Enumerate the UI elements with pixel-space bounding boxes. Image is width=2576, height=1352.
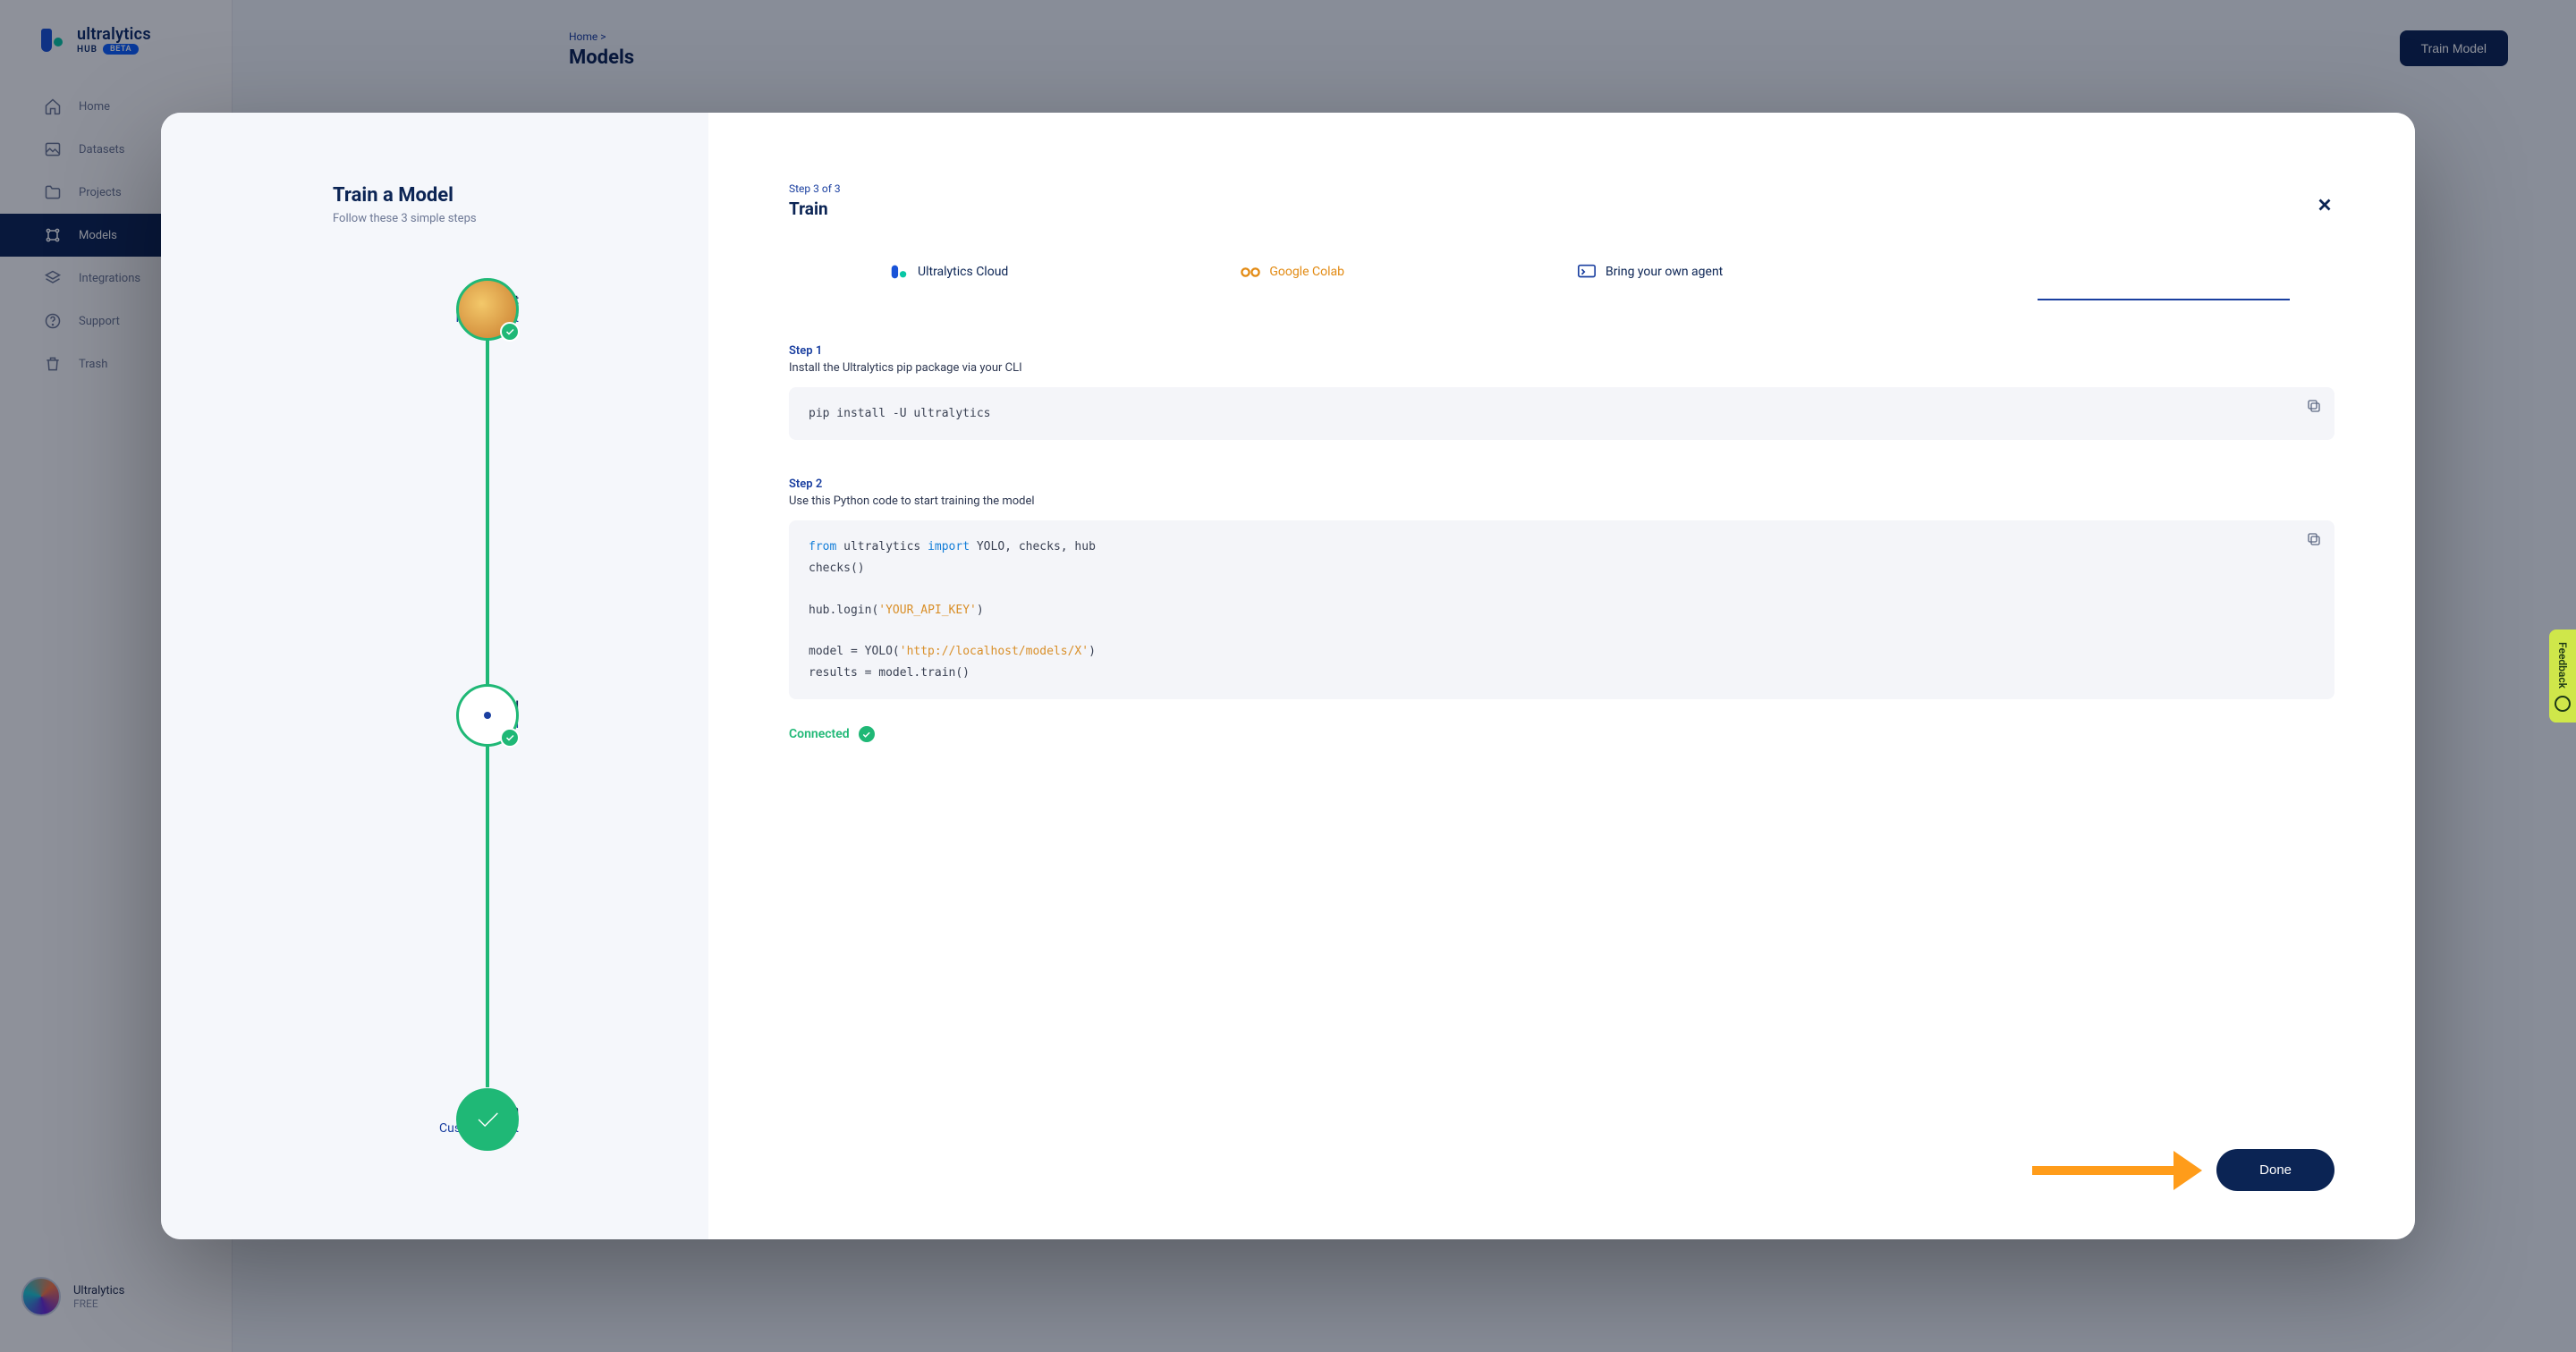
tab-label: Bring your own agent [1606,265,1723,279]
tab-google-colab[interactable]: Google Colab [1241,262,1344,298]
wizard-subtitle: Follow these 3 simple steps [191,212,678,225]
modal-overlay: Train a Model Follow these 3 simple step… [0,0,2576,1352]
wizard-step-train[interactable]: Train Custom Agent [161,1087,708,1152]
terminal-icon [1577,262,1597,282]
connected-check-icon [859,726,875,742]
step2-desc: Use this Python code to start training t… [789,494,2334,508]
tab-label: Google Colab [1269,265,1344,279]
connected-label: Connected [789,727,850,741]
copy-button[interactable] [2306,398,2322,414]
wizard-step-model[interactable]: Model YOLOv8n [161,683,708,748]
install-step: Step 1 Install the Ultralytics pip packa… [789,344,2334,440]
dataset-thumbnail [456,278,519,341]
tab-bring-your-own-agent[interactable]: Bring your own agent [1577,262,1723,298]
wizard-step-dataset[interactable]: Dataset My Dataset [161,277,708,342]
connection-status: Connected [789,726,2334,742]
close-button[interactable] [2315,195,2334,215]
code-step: Step 2 Use this Python code to start tra… [789,477,2334,699]
agent-tabs: Ultralytics Cloud Google Colab Bring you… [789,262,2334,298]
done-button[interactable]: Done [2216,1149,2334,1191]
feedback-tab[interactable]: Feedback [2549,630,2576,722]
content-title: Train [789,199,2334,219]
colab-icon [1241,262,1260,282]
step1-code: pip install -U ultralytics [789,387,2334,440]
step-counter: Step 3 of 3 [789,182,2334,195]
train-bubble [456,1088,519,1151]
code-text: pip install -U ultralytics [809,407,991,420]
step1-head: Step 1 [789,344,2334,358]
active-tab-underline [2038,299,2290,300]
ultralytics-logo-icon [889,262,909,282]
callout-arrow-icon [2032,1151,2202,1190]
copy-button[interactable] [2306,531,2322,547]
feedback-label: Feedback [2556,642,2569,689]
step2-code: from ultralytics import YOLO, checks, hu… [789,520,2334,699]
feedback-icon [2555,696,2571,712]
train-model-modal: Train a Model Follow these 3 simple step… [161,113,2415,1239]
tab-ultralytics-cloud[interactable]: Ultralytics Cloud [889,262,1008,298]
step1-desc: Install the Ultralytics pip package via … [789,361,2334,375]
check-badge-icon [500,728,520,748]
model-bubble [456,684,519,747]
check-badge-icon [500,322,520,342]
wizard-title: Train a Model [191,184,678,207]
wizard-content-panel: Step 3 of 3 Train Ultralytics Cloud [708,113,2415,1239]
tab-label: Ultralytics Cloud [918,265,1008,279]
wizard-steps-panel: Train a Model Follow these 3 simple step… [161,113,708,1239]
step2-head: Step 2 [789,477,2334,491]
